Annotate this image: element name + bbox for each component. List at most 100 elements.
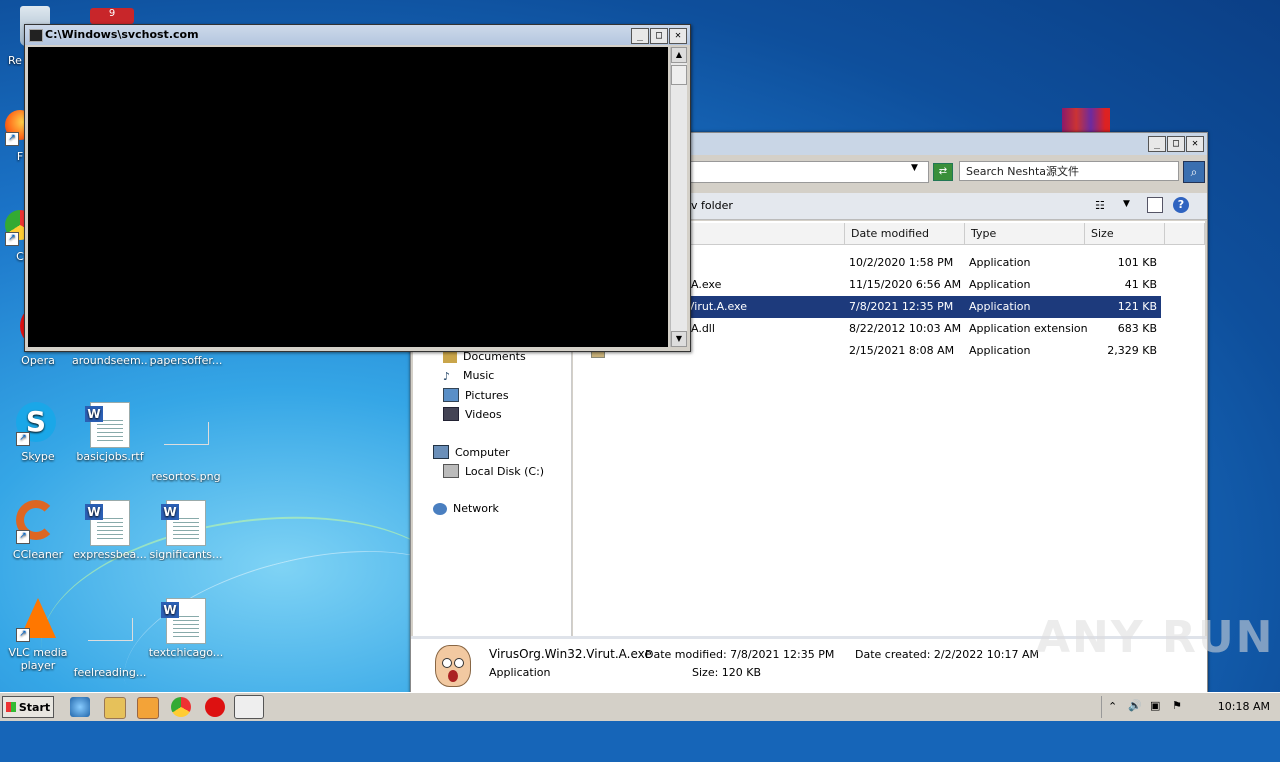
png-file-icon — [164, 422, 209, 466]
internet-explorer-icon[interactable] — [70, 697, 90, 717]
system-tray: ⌃ 🔊 ▣ ⚑ 10:18 AM — [1101, 696, 1280, 718]
nav-music[interactable]: ♪ Music — [443, 369, 495, 383]
desktop-icon-label: aroundseem... — [72, 354, 148, 367]
nav-network[interactable]: Network — [433, 502, 499, 515]
scroll-up-icon[interactable]: ▲ — [671, 47, 687, 63]
folder-icon[interactable] — [104, 697, 126, 719]
chrome-icon[interactable] — [171, 697, 191, 717]
desktop-icon-label: CCleaner — [12, 548, 64, 561]
desktop-icon-label: VLC media player — [8, 646, 68, 672]
network-tray-icon[interactable]: ▣ — [1150, 699, 1160, 712]
documents-icon — [443, 350, 457, 363]
desktop-icon-document[interactable]: W textchicago... — [148, 598, 224, 659]
scroll-down-icon[interactable]: ▼ — [671, 331, 687, 347]
file-type: Application — [969, 300, 1031, 313]
file-size: 121 KB — [1117, 300, 1157, 313]
clock[interactable]: 10:18 AM — [1218, 700, 1270, 713]
word-document-icon: W — [161, 598, 208, 644]
desktop-icon-label: papersoffer... — [149, 354, 223, 367]
desktop-icon-image[interactable]: resortos.png — [148, 402, 224, 483]
views-icon[interactable]: ☷ — [1095, 199, 1105, 212]
volume-icon[interactable]: 🔊 — [1128, 699, 1142, 712]
views-dropdown-icon[interactable]: ▼ — [1123, 199, 1130, 209]
file-thumbnail-icon — [433, 645, 473, 691]
address-dropdown-icon[interactable]: ▼ — [911, 163, 918, 173]
close-button[interactable]: ✕ — [1186, 136, 1204, 152]
opera-icon[interactable] — [205, 697, 225, 717]
details-filetype: Application — [489, 666, 551, 679]
maximize-button[interactable]: □ — [1167, 136, 1185, 152]
file-type: Application — [969, 344, 1031, 357]
search-input[interactable]: Search Neshta源文件 — [959, 161, 1179, 181]
maximize-button[interactable]: □ — [650, 28, 668, 44]
file-date: 7/8/2021 12:35 PM — [849, 300, 954, 313]
console-taskbar-button[interactable] — [234, 695, 264, 719]
minimize-button[interactable]: _ — [1148, 136, 1166, 152]
nav-label: Videos — [465, 407, 502, 421]
taskbar: Start ⌃ 🔊 ▣ ⚑ 10:18 AM — [0, 692, 1280, 721]
column-header-extra[interactable] — [1165, 223, 1205, 245]
pictures-icon — [443, 388, 459, 402]
videos-icon — [443, 407, 459, 421]
preview-pane-icon[interactable] — [1147, 197, 1163, 213]
show-hidden-icons[interactable]: ⌃ — [1108, 700, 1117, 713]
png-file-icon — [88, 618, 133, 662]
word-document-icon: W — [85, 402, 132, 448]
desktop-icon-document[interactable]: W significants... — [148, 500, 224, 561]
file-type: Application — [969, 256, 1031, 269]
file-type: Application — [969, 278, 1031, 291]
nav-pictures[interactable]: Pictures — [443, 388, 509, 402]
file-size: 683 KB — [1117, 322, 1157, 335]
file-name: A.dll — [691, 322, 715, 335]
nav-label: Music — [463, 369, 495, 382]
help-icon[interactable]: ? — [1173, 197, 1189, 213]
start-label: Start — [18, 701, 51, 714]
network-icon — [433, 502, 447, 515]
desktop-icon-label: feelreading... — [73, 666, 147, 679]
word-document-icon: W — [85, 500, 132, 546]
file-size: 41 KB — [1124, 278, 1157, 291]
desktop-icon-document[interactable]: W expressbea... — [72, 500, 148, 561]
desktop-icon-label: resortos.png — [151, 470, 221, 483]
watermark-logo: ANY RUN — [1036, 612, 1275, 663]
start-button[interactable]: Start — [2, 696, 54, 718]
desktop-icon-image[interactable]: feelreading... — [72, 598, 148, 679]
new-folder-button[interactable]: v folder — [691, 199, 733, 212]
close-button[interactable]: ✕ — [669, 28, 687, 44]
nav-computer[interactable]: Computer — [433, 445, 510, 459]
nav-label: Computer — [455, 445, 510, 459]
music-icon: ♪ — [443, 369, 451, 383]
console-title: C:\Windows\svchost.com — [45, 28, 199, 41]
file-date: 8/22/2012 10:03 AM — [849, 322, 962, 335]
desktop-icon-skype[interactable]: S ↗ Skype — [0, 402, 76, 463]
console-output[interactable] — [28, 47, 668, 347]
console-titlebar[interactable]: C:\Windows\svchost.com _ □ ✕ — [25, 25, 690, 45]
desktop-icon-vlc[interactable]: ↗ VLC media player — [0, 598, 76, 672]
nav-label: Network — [453, 502, 499, 515]
desktop-icon-label: expressbea... — [73, 548, 147, 561]
nav-label: Pictures — [465, 388, 509, 402]
console-window: C:\Windows\svchost.com _ □ ✕ ▲ ▼ — [24, 24, 691, 352]
desktop-icon-ccleaner[interactable]: ↗ CCleaner — [0, 500, 76, 561]
app-icon-red[interactable]: 9 — [90, 8, 134, 24]
file-size: 2,329 KB — [1107, 344, 1157, 357]
skype-icon: S ↗ — [16, 402, 60, 446]
ccleaner-icon: ↗ — [16, 500, 60, 544]
scroll-thumb[interactable] — [671, 65, 687, 85]
column-header-type[interactable]: Type — [965, 223, 1085, 245]
media-player-icon[interactable] — [137, 697, 159, 719]
column-header-size[interactable]: Size — [1085, 223, 1165, 245]
winrar-icon[interactable] — [1062, 108, 1110, 134]
console-scrollbar[interactable]: ▲ ▼ — [670, 47, 687, 347]
nav-videos[interactable]: Videos — [443, 407, 502, 421]
drive-icon — [443, 464, 459, 478]
search-icon[interactable]: ⌕ — [1183, 161, 1205, 183]
minimize-button[interactable]: _ — [631, 28, 649, 44]
column-header-date[interactable]: Date modified — [845, 223, 965, 245]
file-type: Application extension — [969, 322, 1088, 335]
action-center-icon[interactable]: ⚑ — [1172, 699, 1182, 712]
refresh-icon[interactable]: ⇄ — [933, 163, 953, 181]
desktop-icon-document[interactable]: W basicjobs.rtf — [72, 402, 148, 463]
nav-local-disk[interactable]: Local Disk (C:) — [443, 464, 544, 478]
file-name: A.exe — [691, 278, 722, 291]
